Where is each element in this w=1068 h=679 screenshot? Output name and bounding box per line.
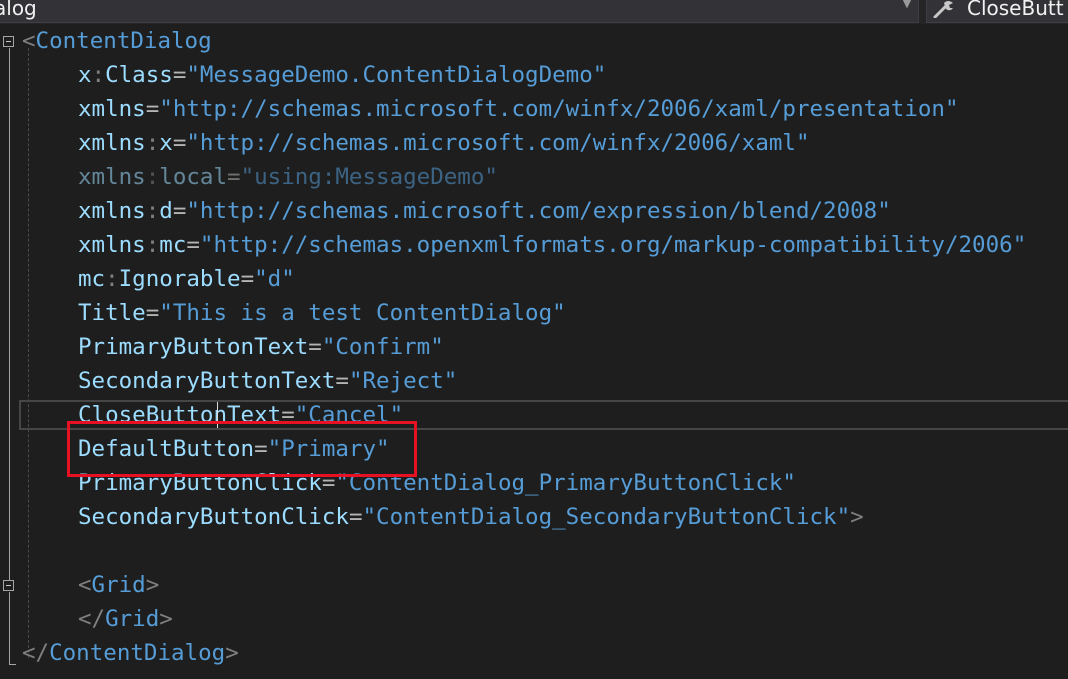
code-line-17: <Grid> xyxy=(78,572,160,598)
wrench-icon xyxy=(933,1,953,18)
fold-end xyxy=(9,664,16,665)
code-line-15: SecondaryButtonClick="ContentDialog_Seco… xyxy=(78,504,864,530)
code-line-8: mc:Ignorable="d" xyxy=(78,266,295,292)
member-dropdown[interactable]: CloseButt xyxy=(926,0,1068,23)
xaml-editor-window: alog ▼ CloseButt <ContentDialog x:Class=… xyxy=(0,0,1068,679)
code-line-10: PrimaryButtonText="Confirm" xyxy=(78,334,444,360)
code-line-7: xmlns:mc="http://schemas.openxmlformats.… xyxy=(78,232,1027,258)
fold-line xyxy=(9,592,10,664)
type-dropdown-text: alog xyxy=(0,0,37,20)
collapse-icon[interactable] xyxy=(3,580,14,591)
code-line-3: xmlns="http://schemas.microsoft.com/winf… xyxy=(78,96,959,122)
type-dropdown[interactable]: alog ▼ xyxy=(0,0,919,23)
code-line-6: xmlns:d="http://schemas.microsoft.com/ex… xyxy=(78,198,891,224)
code-line-1: <ContentDialog xyxy=(22,28,212,54)
chevron-down-icon[interactable]: ▼ xyxy=(900,0,914,10)
fold-line xyxy=(9,48,10,582)
red-annotation-box xyxy=(67,421,417,477)
code-editor[interactable]: <ContentDialog x:Class="MessageDemo.Cont… xyxy=(0,24,1068,679)
indent-guide xyxy=(28,48,29,658)
code-line-19: </ContentDialog> xyxy=(22,640,239,666)
code-line-4: xmlns:x="http://schemas.microsoft.com/wi… xyxy=(78,130,810,156)
code-line-2: x:Class="MessageDemo.ContentDialogDemo" xyxy=(78,62,607,88)
code-line-18: </Grid> xyxy=(78,606,173,632)
member-dropdown-text: CloseButt xyxy=(967,0,1064,20)
code-line-9: Title="This is a test ContentDialog" xyxy=(78,300,566,326)
navigation-bar: alog ▼ CloseButt xyxy=(0,0,1068,24)
code-line-11: SecondaryButtonText="Reject" xyxy=(78,368,458,394)
collapse-icon[interactable] xyxy=(3,36,14,47)
code-line-5: xmlns:local="using:MessageDemo" xyxy=(78,164,498,190)
